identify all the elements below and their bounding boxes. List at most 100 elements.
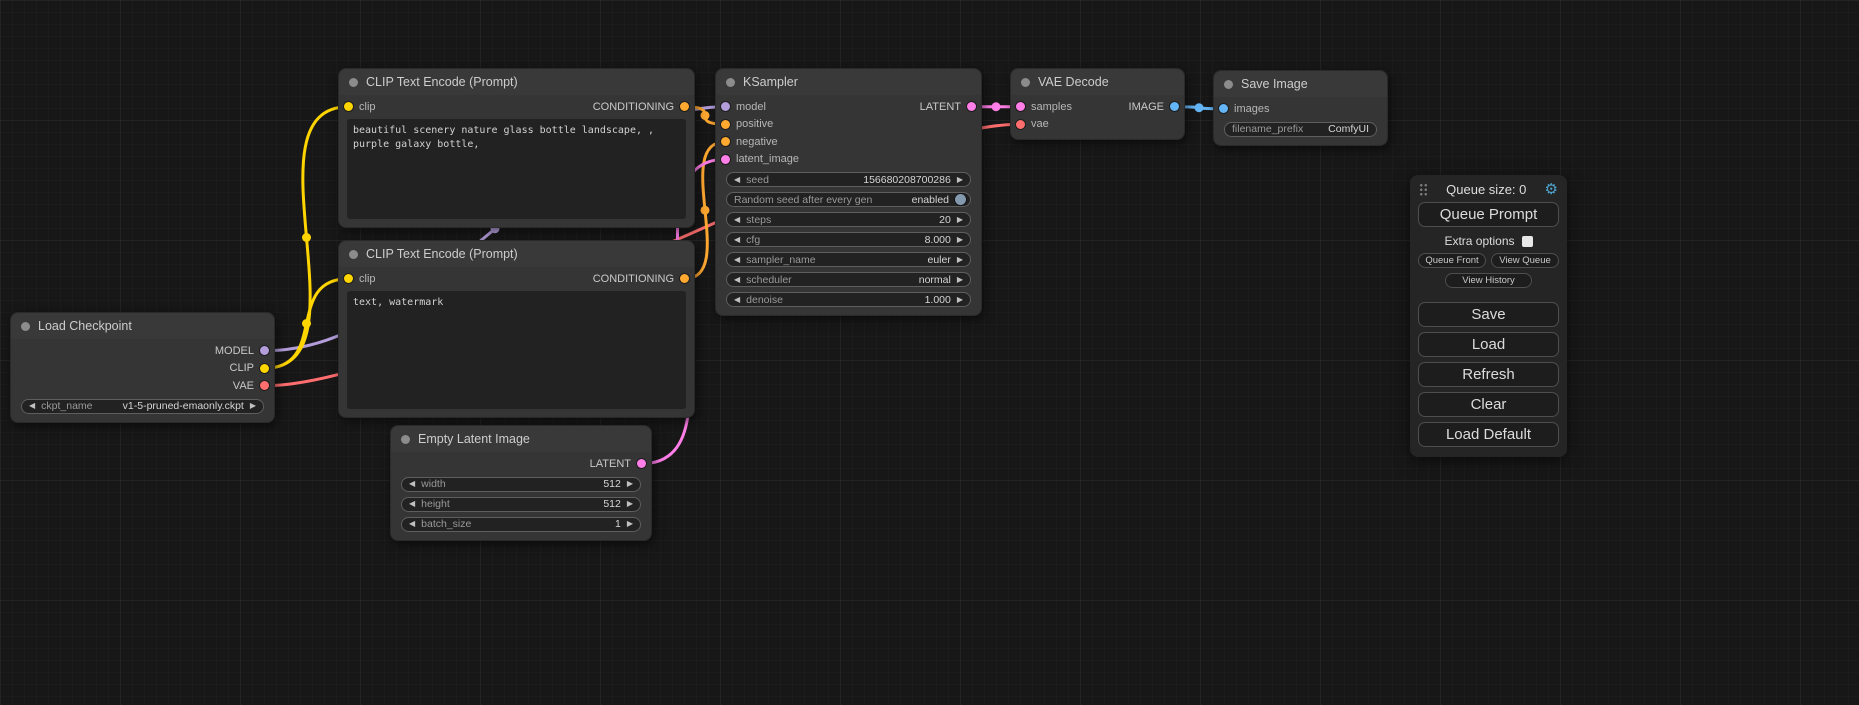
input-label-model: model (736, 101, 766, 113)
node-vae-decode[interactable]: VAE Decode samples IMAGE vae (1010, 68, 1185, 140)
widget-width[interactable]: ◀ width 512 ▶ (401, 477, 641, 492)
increment-arrow-icon[interactable]: ▶ (957, 236, 963, 244)
input-label-negative: negative (736, 136, 778, 148)
widget-steps[interactable]: ◀ steps 20 ▶ (726, 212, 971, 227)
widget-value: 512 (603, 478, 621, 490)
node-save-image[interactable]: Save Image images filename_prefix ComfyU… (1213, 70, 1388, 146)
increment-arrow-icon[interactable]: ▶ (250, 402, 256, 410)
widget-filename-prefix[interactable]: filename_prefix ComfyUI (1224, 122, 1377, 137)
widget-height[interactable]: ◀ height 512 ▶ (401, 497, 641, 512)
widget-denoise[interactable]: ◀ denoise 1.000 ▶ (726, 292, 971, 307)
widget-cfg[interactable]: ◀ cfg 8.000 ▶ (726, 232, 971, 247)
increment-arrow-icon[interactable]: ▶ (957, 256, 963, 264)
collapse-dot-icon[interactable] (349, 250, 358, 259)
output-port-image[interactable] (1170, 102, 1179, 111)
output-label-conditioning: CONDITIONING (593, 101, 674, 113)
widget-value: 20 (939, 214, 951, 226)
output-label-latent: LATENT (920, 101, 961, 113)
input-port-samples[interactable] (1016, 102, 1025, 111)
drag-handle-icon[interactable] (1419, 183, 1428, 196)
output-port-vae[interactable] (260, 381, 269, 390)
queue-front-button[interactable]: Queue Front (1418, 253, 1486, 268)
prompt-textarea[interactable]: beautiful scenery nature glass bottle la… (347, 119, 686, 219)
save-button[interactable]: Save (1418, 302, 1559, 327)
input-port-model[interactable] (721, 102, 730, 111)
gear-icon[interactable]: ⚙ (1545, 182, 1558, 197)
widget-sampler-name[interactable]: ◀ sampler_name euler ▶ (726, 252, 971, 267)
output-port-clip[interactable] (260, 364, 269, 373)
load-default-button[interactable]: Load Default (1418, 422, 1559, 447)
view-queue-button[interactable]: View Queue (1491, 253, 1559, 268)
decrement-arrow-icon[interactable]: ◀ (734, 256, 740, 264)
input-label-vae: vae (1031, 118, 1049, 130)
increment-arrow-icon[interactable]: ▶ (627, 480, 633, 488)
input-port-clip[interactable] (344, 102, 353, 111)
input-label-images: images (1234, 103, 1269, 115)
increment-arrow-icon[interactable]: ▶ (957, 176, 963, 184)
input-port-vae[interactable] (1016, 120, 1025, 129)
widget-batch-size[interactable]: ◀ batch_size 1 ▶ (401, 517, 641, 532)
decrement-arrow-icon[interactable]: ◀ (29, 402, 35, 410)
output-port-latent[interactable] (967, 102, 976, 111)
decrement-arrow-icon[interactable]: ◀ (409, 480, 415, 488)
node-title-bar[interactable]: Empty Latent Image (391, 426, 651, 452)
toggle-knob-icon[interactable] (955, 194, 966, 205)
node-title-bar[interactable]: Load Checkpoint (11, 313, 274, 339)
input-port-negative[interactable] (721, 137, 730, 146)
prompt-textarea[interactable]: text, watermark (347, 291, 686, 409)
increment-arrow-icon[interactable]: ▶ (957, 216, 963, 224)
node-ksampler[interactable]: KSampler model LATENT positive (715, 68, 982, 316)
widget-value: 8.000 (925, 234, 951, 246)
input-port-images[interactable] (1219, 104, 1228, 113)
queue-prompt-button[interactable]: Queue Prompt (1418, 202, 1559, 227)
node-title-bar[interactable]: CLIP Text Encode (Prompt) (339, 69, 694, 95)
node-empty-latent-image[interactable]: Empty Latent Image LATENT ◀ width 512 ▶ … (390, 425, 652, 541)
increment-arrow-icon[interactable]: ▶ (957, 276, 963, 284)
output-port-latent[interactable] (637, 459, 646, 468)
graph-canvas[interactable]: Load Checkpoint MODEL CLIP VAE (0, 0, 1859, 705)
node-title: CLIP Text Encode (Prompt) (366, 247, 518, 261)
widget-scheduler[interactable]: ◀ scheduler normal ▶ (726, 272, 971, 287)
extra-options-checkbox[interactable] (1522, 236, 1533, 247)
node-title-bar[interactable]: CLIP Text Encode (Prompt) (339, 241, 694, 267)
widget-ckpt-name[interactable]: ◀ ckpt_name v1-5-pruned-emaonly.ckpt ▶ (21, 399, 264, 414)
collapse-dot-icon[interactable] (726, 78, 735, 87)
node-title-bar[interactable]: VAE Decode (1011, 69, 1184, 95)
output-port-model[interactable] (260, 346, 269, 355)
node-clip-text-encode-negative[interactable]: CLIP Text Encode (Prompt) clip CONDITION… (338, 240, 695, 418)
collapse-dot-icon[interactable] (401, 435, 410, 444)
increment-arrow-icon[interactable]: ▶ (957, 296, 963, 304)
input-port-latent-image[interactable] (721, 155, 730, 164)
output-port-conditioning[interactable] (680, 274, 689, 283)
collapse-dot-icon[interactable] (349, 78, 358, 87)
widget-random-seed-toggle[interactable]: Random seed after every gen enabled (726, 192, 971, 207)
collapse-dot-icon[interactable] (1021, 78, 1030, 87)
node-clip-text-encode-positive[interactable]: CLIP Text Encode (Prompt) clip CONDITION… (338, 68, 695, 228)
view-history-button[interactable]: View History (1445, 273, 1532, 288)
input-port-clip[interactable] (344, 274, 353, 283)
output-label-image: IMAGE (1129, 101, 1164, 113)
decrement-arrow-icon[interactable]: ◀ (734, 236, 740, 244)
queue-menu-panel: Queue size: 0 ⚙ Queue Prompt Extra optio… (1410, 175, 1567, 457)
widget-value: v1-5-pruned-emaonly.ckpt (123, 400, 244, 412)
decrement-arrow-icon[interactable]: ◀ (409, 520, 415, 528)
decrement-arrow-icon[interactable]: ◀ (734, 276, 740, 284)
increment-arrow-icon[interactable]: ▶ (627, 500, 633, 508)
decrement-arrow-icon[interactable]: ◀ (734, 296, 740, 304)
decrement-arrow-icon[interactable]: ◀ (409, 500, 415, 508)
node-load-checkpoint[interactable]: Load Checkpoint MODEL CLIP VAE (10, 312, 275, 423)
node-title-bar[interactable]: KSampler (716, 69, 981, 95)
node-title-bar[interactable]: Save Image (1214, 71, 1387, 97)
widget-label: sampler_name (746, 254, 815, 266)
clear-button[interactable]: Clear (1418, 392, 1559, 417)
collapse-dot-icon[interactable] (21, 322, 30, 331)
refresh-button[interactable]: Refresh (1418, 362, 1559, 387)
input-port-positive[interactable] (721, 120, 730, 129)
load-button[interactable]: Load (1418, 332, 1559, 357)
output-port-conditioning[interactable] (680, 102, 689, 111)
increment-arrow-icon[interactable]: ▶ (627, 520, 633, 528)
widget-seed[interactable]: ◀ seed 156680208700286 ▶ (726, 172, 971, 187)
collapse-dot-icon[interactable] (1224, 80, 1233, 89)
decrement-arrow-icon[interactable]: ◀ (734, 176, 740, 184)
decrement-arrow-icon[interactable]: ◀ (734, 216, 740, 224)
